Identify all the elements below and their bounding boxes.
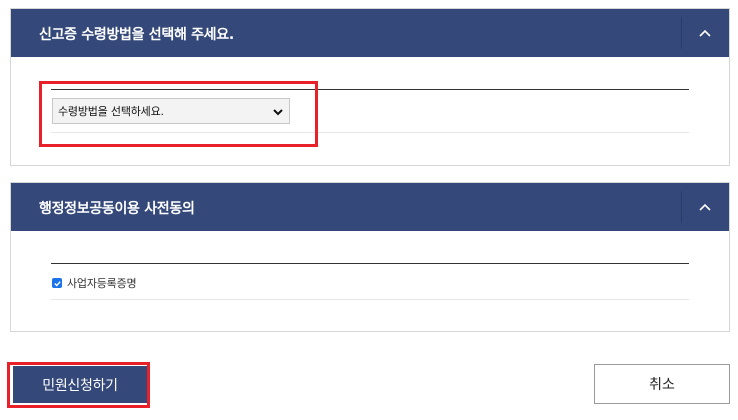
apply-civil-petition-button[interactable]: 민원신청하기 — [13, 366, 147, 403]
delivery-method-select-value: 수령방법을 선택하세요. — [58, 105, 164, 118]
cancel-button[interactable]: 취소 — [594, 364, 730, 404]
delivery-method-panel: 신고증 수령방법을 선택해 주세요. 수령방법을 선택하세요. — [10, 8, 730, 166]
divider — [51, 132, 689, 133]
divider — [51, 263, 689, 264]
admin-info-consent-panel: 행정정보공동이용 사전동의 사업자등록증명 — [10, 182, 730, 332]
divider — [51, 89, 689, 90]
chevron-up-icon — [699, 29, 711, 37]
divider — [51, 299, 689, 300]
delivery-method-panel-header: 신고증 수령방법을 선택해 주세요. — [11, 9, 729, 57]
consent-collapse-button[interactable] — [681, 183, 729, 231]
delivery-method-panel-title: 신고증 수령방법을 선택해 주세요. — [39, 27, 234, 43]
checkmark-icon — [53, 280, 61, 287]
consent-panel-header: 행정정보공동이용 사전동의 — [11, 183, 729, 231]
business-registration-checkbox[interactable] — [52, 278, 62, 288]
delivery-method-collapse-button[interactable] — [681, 9, 729, 57]
delivery-method-select[interactable]: 수령방법을 선택하세요. — [52, 98, 290, 124]
chevron-down-icon — [273, 109, 283, 116]
chevron-up-icon — [699, 203, 711, 211]
business-registration-label: 사업자등록증명 — [67, 277, 137, 290]
consent-panel-title: 행정정보공동이용 사전동의 — [39, 201, 195, 217]
business-registration-consent: 사업자등록증명 — [52, 275, 137, 291]
